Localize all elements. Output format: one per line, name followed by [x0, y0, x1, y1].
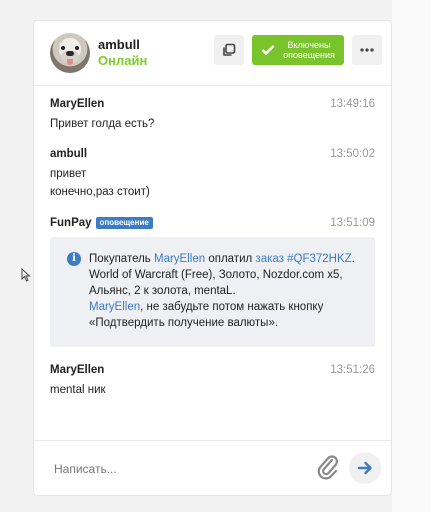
message-time: 13:50:02	[330, 148, 375, 160]
notifications-toggle-button[interactable]: Включены оповещения	[252, 35, 344, 65]
message-text: Привет голда есть?	[50, 118, 155, 130]
info-icon: i	[67, 252, 81, 266]
avatar[interactable]	[50, 33, 90, 73]
notifications-label: Включены оповещения	[283, 40, 335, 60]
message-time: 13:51:09	[330, 217, 375, 229]
notice-text-part: Покупатель	[89, 253, 154, 265]
message-author[interactable]: FunPay	[50, 217, 92, 229]
user-name[interactable]: ambull	[98, 37, 140, 52]
chat-panel: ambull Онлайн Включены оповещения MaryEl…	[33, 20, 392, 496]
attach-button[interactable]	[316, 454, 340, 480]
user-status: Онлайн	[98, 53, 148, 68]
message-text: mental ник	[50, 384, 106, 396]
order-link[interactable]: заказ #QF372HKZ	[255, 253, 351, 265]
message-item: ambull 13:50:02 привет конечно,раз стоит…	[50, 148, 375, 198]
message-time: 13:51:26	[330, 364, 375, 376]
notice-badge: оповещение	[95, 217, 153, 229]
buyer-link[interactable]: MaryEllen	[154, 253, 205, 265]
message-item: MaryEllen 13:51:26 mental ник	[50, 364, 375, 396]
send-button[interactable]	[349, 452, 381, 484]
system-notice: i Покупатель MaryEllen оплатил заказ #QF…	[50, 237, 375, 347]
copy-icon	[223, 43, 236, 56]
message-author-wrap: FunPay оповещение	[50, 217, 375, 229]
message-author[interactable]: ambull	[50, 148, 375, 160]
page-background-strip	[392, 0, 431, 512]
mouse-cursor-icon	[21, 268, 31, 282]
check-icon	[261, 45, 275, 56]
send-arrow-icon	[357, 461, 372, 475]
message-item: FunPay оповещение 13:51:09	[50, 217, 375, 229]
more-icon	[360, 48, 374, 52]
system-notice-text: Покупатель MaryEllen оплатил заказ #QF37…	[89, 251, 363, 331]
message-author[interactable]: MaryEllen	[50, 364, 375, 376]
paperclip-icon	[317, 455, 339, 480]
more-options-button[interactable]	[352, 35, 382, 65]
chat-header: ambull Онлайн Включены оповещения	[34, 21, 391, 86]
buyer-link[interactable]: MaryEllen	[89, 301, 140, 313]
copy-button[interactable]	[214, 35, 244, 65]
message-item: MaryEllen 13:49:16 Привет голда есть?	[50, 98, 375, 130]
notice-text-part: оплатил	[205, 253, 256, 265]
message-text: конечно,раз стоит)	[50, 186, 150, 198]
message-input-bar	[34, 440, 391, 495]
message-text: привет	[50, 168, 87, 180]
message-time: 13:49:16	[330, 98, 375, 110]
message-input[interactable]	[52, 458, 296, 480]
message-author[interactable]: MaryEllen	[50, 98, 375, 110]
